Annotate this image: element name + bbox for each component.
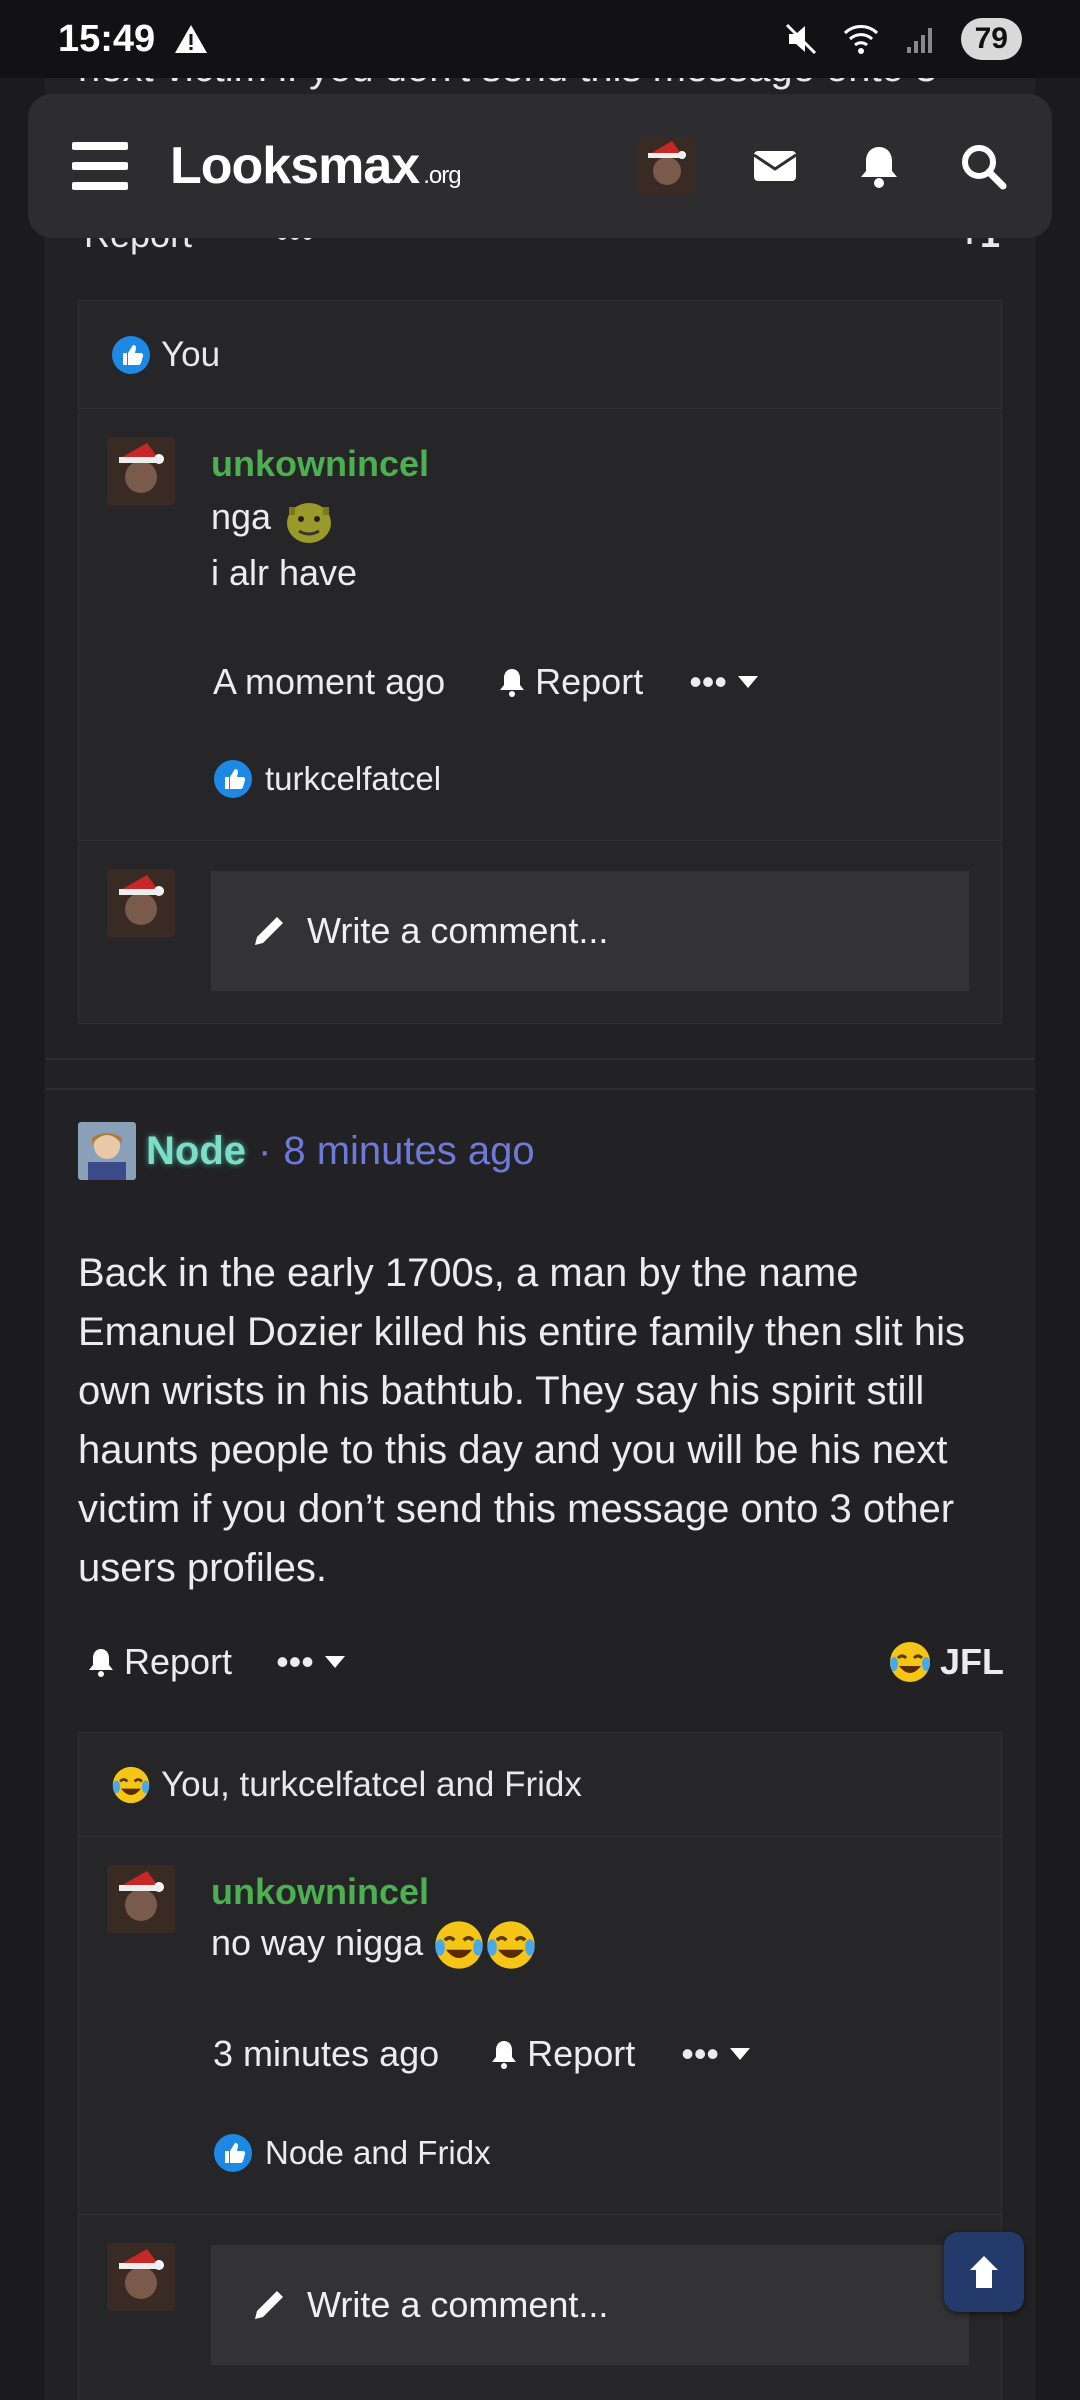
more-options-button[interactable]: ••• bbox=[689, 661, 759, 703]
separator: · bbox=[258, 1128, 272, 1173]
divider bbox=[45, 1088, 1035, 1090]
pencil-icon bbox=[255, 917, 283, 945]
reactors-list: You, turkcelfatcel and Fridx bbox=[161, 1764, 582, 1804]
more-options-button[interactable]: ••• bbox=[681, 2033, 751, 2075]
comments-panel: You unkownincel nga i alr have A moment … bbox=[78, 300, 1002, 1024]
crying-laughing-emoji bbox=[112, 1766, 150, 1803]
comment-text: no way nigga bbox=[211, 1917, 537, 1971]
more-label: ••• bbox=[681, 2033, 720, 2074]
report-label: Report bbox=[535, 661, 644, 702]
crying-laughing-emoji bbox=[487, 1921, 535, 1970]
signal-icon bbox=[906, 28, 932, 53]
bell-icon bbox=[492, 2041, 517, 2069]
commenter-avatar[interactable] bbox=[107, 1865, 175, 1933]
warning-icon bbox=[175, 25, 208, 53]
logo-suffix: .org bbox=[423, 162, 461, 189]
reactions-bar[interactable]: You, turkcelfatcel and Fridx bbox=[79, 1733, 1001, 1837]
bell-icon[interactable] bbox=[854, 141, 904, 191]
pencil-icon bbox=[255, 2291, 283, 2319]
write-comment-placeholder: Write a comment... bbox=[307, 2284, 609, 2325]
comments-panel: You, turkcelfatcel and Fridx unkownincel… bbox=[78, 1732, 1002, 2400]
post-author-avatar[interactable] bbox=[78, 1122, 136, 1180]
write-comment-row: Write a comment... bbox=[79, 841, 1001, 1021]
comment-likes[interactable]: turkcelfatcel bbox=[213, 759, 441, 799]
report-label: Report bbox=[124, 1641, 233, 1682]
write-comment-row: Write a comment... bbox=[79, 2215, 1001, 2395]
post-author[interactable]: Node bbox=[146, 1129, 246, 1174]
write-comment-input[interactable]: Write a comment... bbox=[211, 871, 969, 991]
site-logo[interactable]: Looksmax .org bbox=[170, 136, 462, 196]
mute-icon bbox=[785, 23, 816, 55]
comment-line2: i alr have bbox=[211, 552, 358, 594]
comment-author[interactable]: unkownincel bbox=[211, 1871, 429, 1913]
post-time[interactable]: 8 minutes ago bbox=[283, 1129, 534, 1174]
likers-list: Node and Fridx bbox=[265, 2134, 491, 2171]
report-label: Report bbox=[527, 2033, 636, 2074]
comment-text: nga i alr have bbox=[211, 491, 357, 599]
comment-author[interactable]: unkownincel bbox=[211, 443, 429, 485]
comment-meta: A moment ago Report ••• bbox=[213, 661, 759, 703]
more-options-button[interactable]: ••• bbox=[276, 1641, 346, 1683]
like-icon bbox=[214, 2134, 252, 2172]
reaction-button[interactable]: JFL bbox=[888, 1640, 1004, 1684]
more-label: ••• bbox=[276, 1641, 314, 1682]
post-header: Node · 8 minutes ago bbox=[78, 1122, 535, 1180]
status-time: 15:49 bbox=[58, 17, 156, 60]
chevron-down-icon bbox=[324, 1656, 345, 1668]
write-comment-placeholder: Write a comment... bbox=[307, 910, 609, 951]
envelope-icon[interactable] bbox=[750, 141, 800, 191]
comment-item: unkownincel no way nigga 3 minutes ago R… bbox=[79, 1837, 1001, 2215]
status-bar: 15:49 79 bbox=[0, 0, 1080, 78]
bell-icon bbox=[500, 669, 525, 697]
reactions-bar[interactable]: You bbox=[79, 301, 1001, 409]
comment-item: unkownincel nga i alr have A moment ago … bbox=[79, 409, 1001, 841]
battery-indicator: 79 bbox=[960, 18, 1022, 60]
report-button[interactable]: Report bbox=[487, 2033, 635, 2075]
crying-laughing-emoji bbox=[889, 1642, 930, 1682]
reaction-label: JFL bbox=[939, 1641, 1004, 1682]
post-body: Back in the early 1700s, a man by the na… bbox=[78, 1251, 966, 1590]
post-actions: Report ••• JFL bbox=[84, 1640, 1004, 1684]
search-icon[interactable] bbox=[958, 141, 1008, 191]
report-button[interactable]: Report bbox=[84, 1641, 232, 1683]
commenter-avatar[interactable] bbox=[107, 437, 175, 505]
likers-list: turkcelfatcel bbox=[265, 760, 442, 797]
reactors-list: You bbox=[161, 334, 221, 374]
chevron-down-icon bbox=[730, 2048, 751, 2060]
comment-time[interactable]: 3 minutes ago bbox=[213, 2033, 439, 2075]
report-button[interactable]: Report bbox=[495, 661, 643, 703]
shrek-emoji bbox=[287, 503, 332, 544]
bell-icon bbox=[89, 1649, 113, 1677]
comment-line1: nga bbox=[211, 496, 272, 537]
logo-text: Looksmax bbox=[170, 137, 420, 195]
site-header: Looksmax .org bbox=[28, 94, 1052, 238]
chevron-down-icon bbox=[738, 676, 759, 688]
scroll-to-top-button[interactable] bbox=[944, 2232, 1024, 2312]
comment-meta: 3 minutes ago Report ••• bbox=[213, 2033, 751, 2075]
crying-laughing-emoji bbox=[435, 1921, 483, 1970]
like-icon bbox=[112, 335, 150, 374]
my-avatar bbox=[107, 2243, 175, 2311]
comment-time[interactable]: A moment ago bbox=[213, 661, 445, 703]
comment-likes[interactable]: Node and Fridx bbox=[213, 2133, 491, 2173]
wifi-icon bbox=[843, 25, 878, 54]
write-comment-input[interactable]: Write a comment... bbox=[211, 2245, 969, 2365]
more-label: ••• bbox=[689, 661, 728, 702]
user-avatar[interactable] bbox=[638, 137, 696, 195]
comment-line1: no way nigga bbox=[211, 1922, 424, 1963]
like-icon bbox=[214, 760, 252, 798]
arrow-up-icon bbox=[970, 2256, 998, 2288]
divider bbox=[45, 1058, 1035, 1060]
my-avatar bbox=[107, 869, 175, 937]
menu-icon[interactable] bbox=[72, 142, 128, 190]
